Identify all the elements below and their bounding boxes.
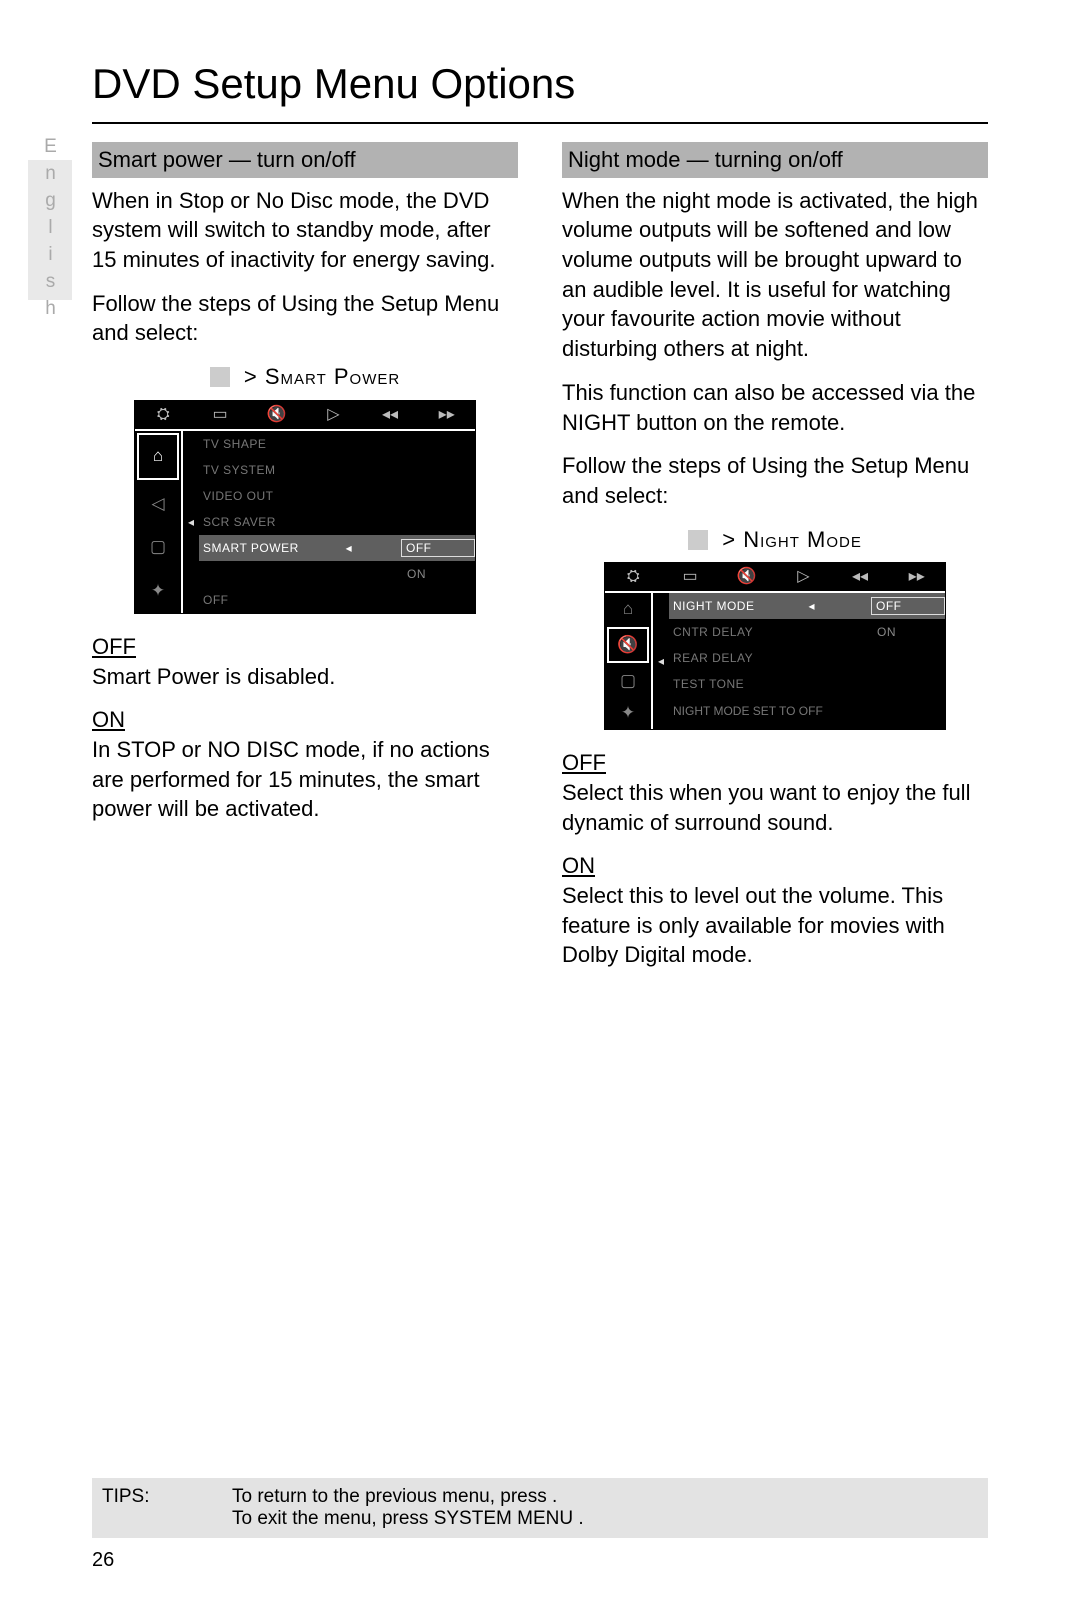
forward-icon: ▸▸ xyxy=(418,404,475,426)
osd-toolbar: ⛭ ▭ 🔇 ▷ ◂◂ ▸▸ xyxy=(135,401,475,431)
tips-line2: To exit the menu, press SYSTEM MENU . xyxy=(232,1508,584,1530)
osd-row: REAR DELAY xyxy=(669,645,945,671)
on-label: ON xyxy=(92,707,125,732)
rewind-icon: ◂◂ xyxy=(832,566,889,588)
osd-row: TV SYSTEM xyxy=(199,457,475,483)
page-title: DVD Setup Menu Options xyxy=(92,60,988,108)
off-text: Select this when you want to enjoy the f… xyxy=(562,780,970,835)
osd-row: ON xyxy=(199,561,475,587)
on-text: In STOP or NO DISC mode, if no actions a… xyxy=(92,737,490,821)
osd-main: NIGHT MODE ◂ OFF CNTR DELAY ON REAR DELA… xyxy=(669,593,945,729)
off-label: OFF xyxy=(92,634,136,659)
tips-label: TIPS: xyxy=(102,1486,232,1530)
off-text: Smart Power is disabled. xyxy=(92,664,335,689)
osd-arrow: ◂ xyxy=(183,431,199,613)
osd-smart-power: ⛭ ▭ 🔇 ▷ ◂◂ ▸▸ ⌂ ◁ ▢ ✦ ◂ TV S xyxy=(134,400,476,614)
tips-body: To return to the previous menu, press . … xyxy=(232,1486,584,1530)
osd-sidebar: ⌂ 🔇 ▢ ✦ xyxy=(605,593,653,729)
osd-row: TEST TONE xyxy=(669,671,945,697)
monitor-icon: ▭ xyxy=(192,404,249,426)
night-mode-intro2: This function can also be accessed via t… xyxy=(562,378,988,437)
smart-power-steps: Follow the steps of Using the Setup Menu… xyxy=(92,289,518,348)
osd-sidebar: ⌂ ◁ ▢ ✦ xyxy=(135,431,183,613)
play-icon: ▷ xyxy=(305,404,362,426)
breadcrumb-smart-power: > Smart Power xyxy=(92,362,518,392)
sidebar-item-chat: ▢ xyxy=(605,665,651,697)
night-mode-intro: When the night mode is activated, the hi… xyxy=(562,186,988,364)
osd-night-mode: ⛭ ▭ 🔇 ▷ ◂◂ ▸▸ ⌂ 🔇 ▢ ✦ ◂ NIG xyxy=(604,562,946,730)
smart-power-intro: When in Stop or No Disc mode, the DVD sy… xyxy=(92,186,518,275)
speaker-icon: 🔇 xyxy=(718,566,775,588)
sidebar-item-selected: ⌂ xyxy=(137,433,179,481)
on-label: ON xyxy=(562,853,595,878)
section-header-night-mode: Night mode — turning on/off xyxy=(562,142,988,178)
osd-toolbar: ⛭ ▭ 🔇 ▷ ◂◂ ▸▸ xyxy=(605,563,945,593)
breadcrumb-icon xyxy=(210,367,230,387)
osd-status: NIGHT MODE SET TO OFF xyxy=(669,697,945,725)
tips-box: TIPS: To return to the previous menu, pr… xyxy=(92,1478,988,1538)
tips-line1: To return to the previous menu, press . xyxy=(232,1486,584,1508)
breadcrumb-text: > Night Mode xyxy=(722,527,862,552)
sidebar-item-lock: ✦ xyxy=(135,569,181,613)
on-text: Select this to level out the volume. Thi… xyxy=(562,883,945,967)
sidebar-item-speaker: ◁ xyxy=(135,482,181,526)
night-mode-steps: Follow the steps of Using the Setup Menu… xyxy=(562,451,988,510)
osd-row: OFF xyxy=(199,587,475,613)
osd-row-selected: NIGHT MODE ◂ OFF xyxy=(669,593,945,619)
title-rule xyxy=(92,122,988,124)
breadcrumb-icon xyxy=(688,530,708,550)
page-number: 26 xyxy=(92,1549,114,1572)
play-icon: ▷ xyxy=(775,566,832,588)
breadcrumb-night-mode: > Night Mode xyxy=(562,525,988,555)
settings-icon: ⛭ xyxy=(135,404,192,426)
forward-icon: ▸▸ xyxy=(888,566,945,588)
sidebar-item-selected: 🔇 xyxy=(607,627,649,663)
left-column: Smart power — turn on/off When in Stop o… xyxy=(92,142,518,984)
osd-row: SCR SAVER xyxy=(199,509,475,535)
rewind-icon: ◂◂ xyxy=(362,404,419,426)
right-column: Night mode — turning on/off When the nig… xyxy=(562,142,988,984)
speaker-icon: 🔇 xyxy=(248,404,305,426)
sidebar-item-lock: ✦ xyxy=(605,697,651,729)
language-tab: English xyxy=(28,160,72,300)
sidebar-item-chat: ▢ xyxy=(135,526,181,570)
sidebar-item: ⌂ xyxy=(605,593,651,625)
osd-row: TV SHAPE xyxy=(199,431,475,457)
osd-row: VIDEO OUT xyxy=(199,483,475,509)
section-header-smart-power: Smart power — turn on/off xyxy=(92,142,518,178)
osd-main: TV SHAPE TV SYSTEM VIDEO OUT SCR SAVER S… xyxy=(199,431,475,613)
osd-row-selected: SMART POWER ◂ OFF xyxy=(199,535,475,561)
osd-arrow: ◂ xyxy=(653,593,669,729)
settings-icon: ⛭ xyxy=(605,566,662,588)
monitor-icon: ▭ xyxy=(662,566,719,588)
osd-row: CNTR DELAY ON xyxy=(669,619,945,645)
breadcrumb-text: > Smart Power xyxy=(244,364,400,389)
off-label: OFF xyxy=(562,750,606,775)
